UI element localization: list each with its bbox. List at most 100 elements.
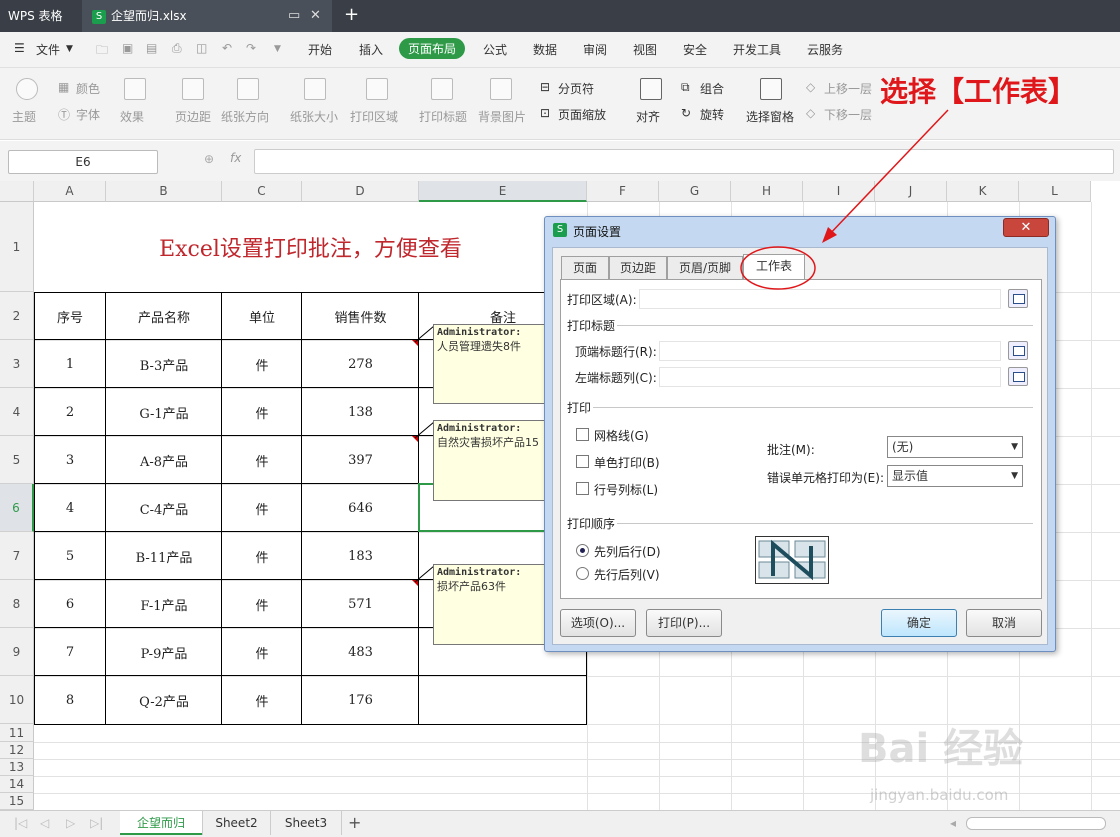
errors-select[interactable]: 显示值 ▼: [887, 465, 1023, 487]
group-icon[interactable]: ⧉: [681, 80, 690, 95]
paper-size-button[interactable]: 纸张大小: [290, 108, 338, 125]
theme-icon[interactable]: [16, 78, 38, 100]
rowcol-checkbox[interactable]: [576, 482, 589, 495]
scroll-left-icon[interactable]: ◂: [950, 816, 956, 830]
open-folder-icon[interactable]: 🗀: [96, 41, 108, 62]
bring-forward-button[interactable]: 上移一层: [824, 80, 872, 97]
comment-box[interactable]: Administrator: 自然灾害损坏产品15: [433, 420, 545, 501]
table-cell[interactable]: G-1产品: [106, 388, 222, 436]
close-tab-icon[interactable]: ✕: [310, 0, 321, 32]
header-cell[interactable]: 序号: [34, 292, 106, 340]
colors-icon[interactable]: ▦: [58, 80, 69, 94]
menu-developer[interactable]: 开发工具: [733, 41, 781, 58]
quick-access-more-icon[interactable]: ▼: [274, 44, 281, 54]
prev-sheet-icon[interactable]: ◁: [40, 816, 49, 830]
window-restore-icon[interactable]: ▭: [288, 0, 300, 32]
first-sheet-icon[interactable]: |◁: [14, 816, 27, 830]
effects-icon[interactable]: [124, 78, 146, 100]
collapse-dialog-icon[interactable]: [1008, 367, 1028, 386]
chevron-down-icon[interactable]: ▼: [66, 44, 73, 54]
row-header[interactable]: 4: [0, 388, 34, 436]
collapse-dialog-icon[interactable]: [1008, 341, 1028, 360]
save-icon[interactable]: ▣: [122, 41, 133, 55]
align-button[interactable]: 对齐: [636, 108, 660, 125]
table-cell[interactable]: 483: [302, 628, 419, 676]
bring-forward-icon[interactable]: ◇: [806, 80, 815, 94]
rotate-icon[interactable]: ↻: [681, 106, 691, 120]
new-tab-button[interactable]: +: [344, 0, 364, 32]
group-button[interactable]: 组合: [700, 80, 724, 97]
column-header[interactable]: G: [659, 181, 731, 202]
row-header[interactable]: 14: [0, 776, 34, 793]
table-cell[interactable]: 件: [222, 340, 302, 388]
page-break-button[interactable]: 分页符: [558, 80, 594, 97]
orientation-icon[interactable]: [237, 78, 259, 100]
row-header[interactable]: 15: [0, 793, 34, 810]
print-area-input[interactable]: [639, 289, 1001, 309]
tab-header-footer[interactable]: 页眉/页脚: [667, 256, 743, 280]
pdf-icon[interactable]: ▤: [146, 41, 157, 55]
row-header[interactable]: 3: [0, 340, 34, 388]
effects-button[interactable]: 效果: [120, 108, 144, 125]
table-cell[interactable]: P-9产品: [106, 628, 222, 676]
colors-button[interactable]: 颜色: [76, 80, 100, 97]
row-header[interactable]: 8: [0, 580, 34, 628]
menu-page-layout[interactable]: 页面布局: [399, 38, 466, 59]
header-cell[interactable]: 产品名称: [106, 292, 222, 340]
page-zoom-icon[interactable]: ⊡: [540, 106, 550, 120]
undo-icon[interactable]: ↶: [222, 41, 232, 55]
page-break-icon[interactable]: ⊟: [540, 80, 550, 94]
table-cell[interactable]: 5: [34, 532, 106, 580]
row-header[interactable]: 9: [0, 628, 34, 676]
order-down-radio[interactable]: [576, 544, 589, 557]
row-header[interactable]: 13: [0, 759, 34, 776]
column-header[interactable]: H: [731, 181, 803, 202]
table-cell[interactable]: Q-2产品: [106, 676, 222, 724]
table-cell[interactable]: 2: [34, 388, 106, 436]
menu-file[interactable]: 文件: [36, 41, 60, 58]
zoom-icon[interactable]: ⊕: [204, 152, 214, 166]
table-cell[interactable]: 1: [34, 340, 106, 388]
table-cell[interactable]: 件: [222, 676, 302, 724]
table-cell[interactable]: C-4产品: [106, 484, 222, 532]
row-header[interactable]: 12: [0, 742, 34, 759]
table-cell[interactable]: 4: [34, 484, 106, 532]
table-cell[interactable]: 7: [34, 628, 106, 676]
header-cell[interactable]: 销售件数: [302, 292, 419, 340]
table-cell[interactable]: A-8产品: [106, 436, 222, 484]
selection-pane-icon[interactable]: [760, 78, 782, 100]
table-cell[interactable]: 176: [302, 676, 419, 724]
add-sheet-icon[interactable]: +: [348, 813, 361, 832]
column-header[interactable]: L: [1019, 181, 1091, 202]
table-cell[interactable]: B-11产品: [106, 532, 222, 580]
tab-page[interactable]: 页面: [561, 256, 609, 280]
menu-insert[interactable]: 插入: [359, 41, 383, 58]
preview-icon[interactable]: ◫: [196, 41, 207, 55]
row-header[interactable]: 5: [0, 436, 34, 484]
paper-size-icon[interactable]: [304, 78, 326, 100]
left-cols-input[interactable]: [659, 367, 1001, 387]
print-area-icon[interactable]: [366, 78, 388, 100]
column-header[interactable]: F: [587, 181, 659, 202]
row-header[interactable]: 11: [0, 724, 34, 742]
theme-button[interactable]: 主题: [12, 108, 36, 125]
redo-icon[interactable]: ↷: [246, 41, 256, 55]
table-cell[interactable]: 件: [222, 388, 302, 436]
align-icon[interactable]: [640, 78, 662, 100]
orientation-button[interactable]: 纸张方向: [221, 108, 269, 125]
background-image-icon[interactable]: [490, 78, 512, 100]
print-button[interactable]: 打印(P)...: [646, 609, 722, 637]
column-header[interactable]: E: [419, 181, 587, 202]
table-cell[interactable]: 3: [34, 436, 106, 484]
hamburger-icon[interactable]: ☰: [14, 41, 25, 55]
send-backward-icon[interactable]: ◇: [806, 106, 815, 120]
mono-checkbox[interactable]: [576, 455, 589, 468]
menu-view[interactable]: 视图: [633, 41, 657, 58]
table-cell[interactable]: 件: [222, 484, 302, 532]
table-cell[interactable]: 件: [222, 436, 302, 484]
print-titles-icon[interactable]: [431, 78, 453, 100]
ok-button[interactable]: 确定: [881, 609, 957, 637]
comment-box[interactable]: Administrator: 损坏产品63件: [433, 564, 545, 645]
file-tab[interactable]: S 企望而归.xlsx ▭ ✕: [82, 0, 332, 32]
table-cell[interactable]: 138: [302, 388, 419, 436]
